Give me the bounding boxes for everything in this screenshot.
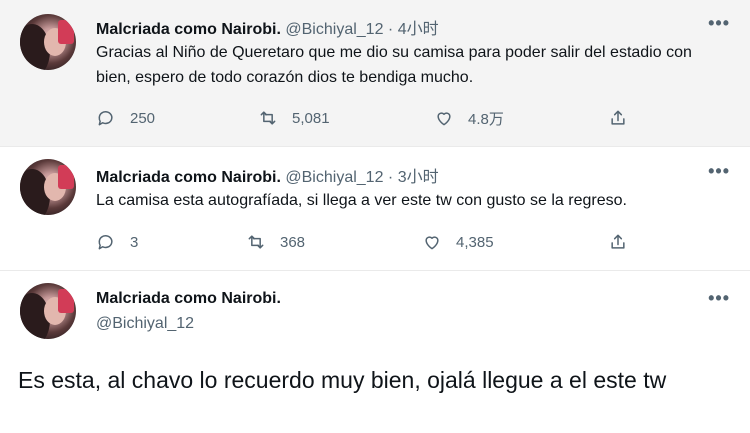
tweet-text: Gracias al Niño de Queretaro que me dio … [96,44,692,86]
retweet-button[interactable]: 5,081 [258,106,330,130]
user-handle[interactable]: @Bichiyal_12 [285,21,383,38]
display-name[interactable]: Malcriada como Nairobi. [96,169,281,186]
reply-button[interactable]: 3 [96,230,138,254]
tweet-text: Es esta, al chavo lo recuerdo muy bien, … [18,367,667,393]
more-icon[interactable]: ••• [708,161,730,182]
reply-icon [98,111,113,126]
action-bar: 3 368 4,385 [96,230,730,254]
user-handle[interactable]: @Bichiyal_12 [96,315,194,333]
like-icon [437,112,451,126]
like-icon [425,236,439,250]
user-handle[interactable]: @Bichiyal_12 [285,169,383,186]
retweet-icon [248,235,264,249]
retweet-count: 5,081 [292,109,330,127]
tweet-header: Malcriada como Nairobi. @Bichiyal_12 · 4… [96,15,439,39]
tweet-3-main[interactable]: Malcriada como Nairobi. @Bichiyal_12 •••… [0,270,750,433]
avatar[interactable] [20,159,76,215]
avatar[interactable] [20,283,76,339]
timestamp[interactable]: · 4小时 [388,21,439,38]
reply-icon [98,235,113,250]
retweet-count: 368 [280,233,306,251]
display-name[interactable]: Malcriada como Nairobi. [96,290,281,308]
tweet-text: La camisa esta autografíada, si llega a … [96,192,627,209]
tweet-2[interactable]: Malcriada como Nairobi. @Bichiyal_12 · 3… [0,146,750,270]
like-button[interactable]: 4,385 [422,230,494,254]
share-button[interactable] [608,230,642,254]
share-icon [611,110,625,125]
display-name[interactable]: Malcriada como Nairobi. [96,21,281,38]
like-count: 4.8万 [468,110,504,128]
reply-count: 250 [130,109,156,127]
reply-button[interactable]: 250 [96,106,155,130]
more-icon[interactable]: ••• [708,13,730,34]
avatar[interactable] [20,14,76,70]
reply-count: 3 [130,233,139,251]
share-icon [611,234,625,249]
tweet-1[interactable]: Malcriada como Nairobi. @Bichiyal_12 · 4… [0,0,750,146]
share-button[interactable] [608,106,642,130]
like-count: 4,385 [456,233,494,251]
more-icon[interactable]: ••• [708,288,730,309]
action-bar: 250 5,081 4.8万 [96,106,730,130]
like-button[interactable]: 4.8万 [434,106,504,130]
retweet-icon [260,111,276,125]
retweet-button[interactable]: 368 [246,230,305,254]
timestamp[interactable]: · 3小时 [388,169,439,186]
tweet-header: Malcriada como Nairobi. @Bichiyal_12 · 3… [96,163,439,187]
